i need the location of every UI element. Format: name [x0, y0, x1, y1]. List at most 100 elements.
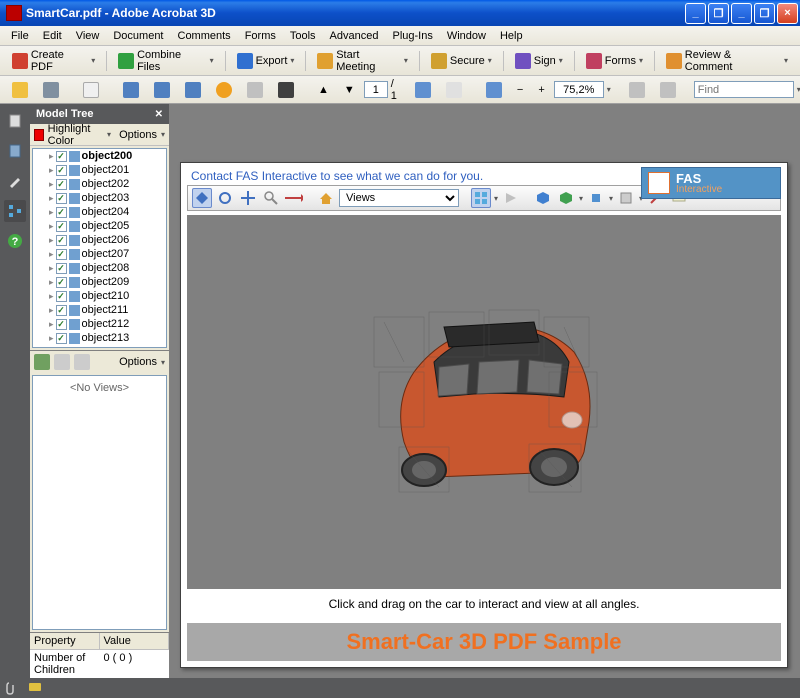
- start-meeting-button[interactable]: Start Meeting▾: [311, 45, 414, 77]
- tree-item[interactable]: ▸✓object204: [33, 205, 166, 219]
- forms-button[interactable]: Forms▾: [580, 49, 649, 73]
- signatures-tab[interactable]: [4, 170, 26, 192]
- menu-plugins[interactable]: Plug-Ins: [385, 28, 439, 44]
- zoom-out-button[interactable]: −: [511, 80, 529, 100]
- open-button[interactable]: [6, 78, 34, 102]
- tool-a-button[interactable]: [117, 78, 145, 102]
- views-list[interactable]: <No Views>: [32, 375, 167, 630]
- tool-c-button[interactable]: [179, 78, 207, 102]
- create-pdf-button[interactable]: Create PDF▾: [6, 45, 101, 77]
- checkbox-icon[interactable]: ✓: [56, 179, 67, 190]
- render-mode-button[interactable]: [471, 188, 491, 208]
- tree-item[interactable]: ▸✓object203: [33, 191, 166, 205]
- tree-item[interactable]: ▸✓object207: [33, 247, 166, 261]
- menu-forms[interactable]: Forms: [238, 28, 283, 44]
- checkbox-icon[interactable]: ✓: [56, 277, 67, 288]
- menu-comments[interactable]: Comments: [171, 28, 238, 44]
- pan-tool[interactable]: [215, 188, 235, 208]
- fit-page-button[interactable]: [623, 78, 651, 102]
- views-dropdown[interactable]: Views: [339, 189, 459, 207]
- checkbox-icon[interactable]: ✓: [56, 221, 67, 232]
- model-button[interactable]: [533, 188, 553, 208]
- checkbox-icon[interactable]: ✓: [56, 249, 67, 260]
- options-label[interactable]: Options: [119, 129, 157, 141]
- tree-item[interactable]: ▸✓object208: [33, 261, 166, 275]
- prop-col-value[interactable]: Value: [100, 633, 170, 649]
- cross-section-button[interactable]: [556, 188, 576, 208]
- tree-item[interactable]: ▸✓object209: [33, 275, 166, 289]
- tree-item[interactable]: ▸✓object213: [33, 331, 166, 345]
- close-button[interactable]: ×: [777, 3, 798, 24]
- highlight-color-swatch[interactable]: [34, 129, 44, 141]
- menu-help[interactable]: Help: [493, 28, 530, 44]
- views-options[interactable]: Options: [119, 356, 157, 368]
- menu-advanced[interactable]: Advanced: [323, 28, 386, 44]
- comments-icon[interactable]: [28, 681, 42, 695]
- menu-tools[interactable]: Tools: [283, 28, 323, 44]
- help-tab[interactable]: ?: [4, 230, 26, 252]
- tree-item[interactable]: ▸✓object214: [33, 345, 166, 348]
- attachment-icon[interactable]: [6, 681, 20, 695]
- marquee-zoom-button[interactable]: [480, 78, 508, 102]
- lighting-button[interactable]: [586, 188, 606, 208]
- panel-close-button[interactable]: ✕: [155, 109, 163, 120]
- fit-width-button[interactable]: [654, 78, 682, 102]
- pages-tab[interactable]: [4, 110, 26, 132]
- find-input[interactable]: [694, 81, 794, 98]
- tree-item[interactable]: ▸✓object202: [33, 177, 166, 191]
- tree-item[interactable]: ▸✓object205: [33, 219, 166, 233]
- hand-tool-button[interactable]: [440, 78, 468, 102]
- menu-file[interactable]: File: [4, 28, 36, 44]
- prop-col-property[interactable]: Property: [30, 633, 100, 649]
- tree-item[interactable]: ▸✓object210: [33, 289, 166, 303]
- secure-button[interactable]: Secure▾: [425, 49, 498, 73]
- model-tree-tab[interactable]: [4, 200, 26, 222]
- sun-button[interactable]: [210, 78, 238, 102]
- checkbox-icon[interactable]: ✓: [56, 333, 67, 344]
- checkbox-icon[interactable]: ✓: [56, 193, 67, 204]
- doc-minimize-button[interactable]: _: [685, 3, 706, 24]
- checkbox-icon[interactable]: ✓: [56, 319, 67, 330]
- menu-edit[interactable]: Edit: [36, 28, 69, 44]
- highlight-dropdown[interactable]: ▾: [107, 130, 111, 139]
- combine-files-button[interactable]: Combine Files▾: [112, 45, 219, 77]
- views-icon[interactable]: [34, 354, 50, 370]
- 3d-canvas[interactable]: [187, 215, 781, 589]
- zoom-input[interactable]: [554, 81, 604, 98]
- tool-d-button[interactable]: [241, 78, 269, 102]
- checkbox-icon[interactable]: ✓: [56, 165, 67, 176]
- menu-view[interactable]: View: [69, 28, 107, 44]
- tree-item[interactable]: ▸✓object201: [33, 163, 166, 177]
- checkbox-icon[interactable]: ✓: [56, 235, 67, 246]
- tool-b-button[interactable]: [148, 78, 176, 102]
- checkbox-icon[interactable]: ✓: [56, 151, 67, 162]
- export-button[interactable]: Export▾: [231, 49, 301, 73]
- play-button[interactable]: [501, 188, 521, 208]
- menu-window[interactable]: Window: [440, 28, 493, 44]
- review-comment-button[interactable]: Review & Comment▾: [660, 45, 794, 77]
- move-tool[interactable]: [238, 188, 258, 208]
- tree-item[interactable]: ▸✓object206: [33, 233, 166, 247]
- select-tool-button[interactable]: [409, 78, 437, 102]
- camera-button[interactable]: [272, 78, 300, 102]
- checkbox-icon[interactable]: ✓: [56, 291, 67, 302]
- object-tree[interactable]: ▸✓object200▸✓object201▸✓object202▸✓objec…: [32, 148, 167, 348]
- checkbox-icon[interactable]: ✓: [56, 263, 67, 274]
- print-button[interactable]: [37, 78, 65, 102]
- checkbox-icon[interactable]: ✓: [56, 207, 67, 218]
- next-page-button[interactable]: ▼: [338, 80, 361, 100]
- home-button[interactable]: [316, 188, 336, 208]
- page-input[interactable]: [364, 81, 388, 98]
- tree-item[interactable]: ▸✓object212: [33, 317, 166, 331]
- bookmarks-tab[interactable]: [4, 140, 26, 162]
- zoom-tool[interactable]: [261, 188, 281, 208]
- checkbox-icon[interactable]: ✓: [56, 347, 67, 349]
- views-icon2[interactable]: [54, 354, 70, 370]
- measure-tool[interactable]: [284, 188, 304, 208]
- email-button[interactable]: [77, 78, 105, 102]
- tree-item[interactable]: ▸✓object200: [33, 149, 166, 163]
- rotate-tool[interactable]: [192, 188, 212, 208]
- prev-page-button[interactable]: ▲: [312, 80, 335, 100]
- sign-button[interactable]: Sign▾: [509, 49, 569, 73]
- menu-document[interactable]: Document: [106, 28, 170, 44]
